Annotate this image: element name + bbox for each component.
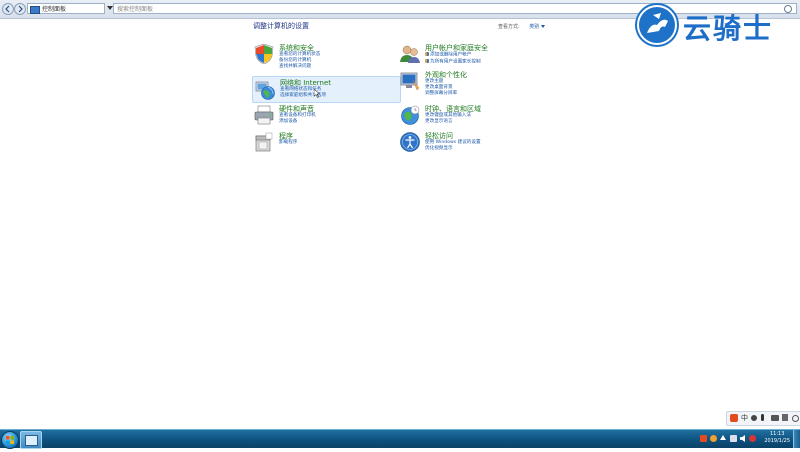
start-button[interactable] [1, 431, 19, 449]
mouse-cursor-icon [314, 89, 320, 98]
category-user-accounts: 用户帐户和家庭安全 添加或删除用户帐户 为所有用户设置家长控制 [399, 43, 529, 69]
watermark-text: 云骑士 [683, 12, 774, 45]
clock-time: 11:13 [769, 431, 785, 437]
show-desktop-button[interactable] [793, 430, 800, 448]
view-by-label: 查看方式: [498, 24, 520, 30]
settings-icon[interactable] [792, 415, 799, 422]
link-parental-controls[interactable]: 为所有用户设置家长控制 [425, 58, 481, 66]
windows-logo-icon [6, 436, 14, 444]
link-add-device[interactable]: 添加设备 [279, 119, 316, 125]
sogou-ime-icon[interactable] [730, 414, 738, 422]
category-ease-of-access: 轻松访问 使用 Windows 建议的设置 优化视频显示 [399, 131, 529, 155]
microphone-icon[interactable] [761, 414, 764, 421]
back-arrow-icon [5, 5, 10, 13]
clock-date: 2019/1/25 [764, 438, 790, 444]
system-clock[interactable]: 11:13 2019/1/25 [764, 431, 790, 445]
category-system-security: 系统和安全 查看您的计算机状态 备份您的计算机 查找并解决问题 [253, 43, 383, 73]
keyboard-icon[interactable] [771, 415, 779, 421]
shield-icon [254, 43, 274, 65]
uac-shield-icon [425, 52, 429, 56]
view-by-value[interactable]: 类别 [529, 24, 539, 30]
tray-sogou-icon[interactable] [700, 435, 707, 442]
forward-arrow-icon [18, 5, 23, 13]
punctuation-icon[interactable] [751, 415, 757, 421]
link-troubleshoot[interactable]: 查找并解决问题 [279, 64, 320, 70]
network-icon[interactable] [730, 435, 737, 442]
category-hardware-sound: 硬件和声音 查看设备和打印机 添加设备 [253, 104, 383, 128]
view-by-control[interactable]: 查看方式: 类别 [498, 23, 546, 30]
control-panel-icon [30, 6, 40, 14]
printer-icon [254, 105, 274, 125]
category-appearance: 外观和个性化 更改主题 更改桌面背景 调整屏幕分辨率 [399, 70, 529, 100]
forward-button[interactable] [14, 3, 26, 15]
link-display-language[interactable]: 更改显示语言 [425, 119, 471, 125]
tray-expand-icon[interactable] [720, 435, 726, 440]
tray-app-icon[interactable] [710, 435, 717, 442]
ime-language-bar: 中 [726, 411, 800, 426]
search-icon[interactable] [784, 5, 792, 13]
back-button[interactable] [2, 3, 14, 15]
volume-icon[interactable] [740, 435, 745, 442]
skin-icon[interactable] [782, 414, 788, 421]
taskbar-control-panel[interactable] [20, 431, 42, 449]
address-field[interactable]: 控制面板 [27, 3, 105, 14]
link-screen-resolution[interactable]: 调整屏幕分辨率 [425, 91, 457, 97]
tray-security-icon[interactable] [749, 435, 756, 442]
uac-shield-icon [425, 58, 429, 63]
network-globe-icon [255, 81, 275, 100]
category-network-internet: 网络和 Internet 查看网络状态和任务 选择家庭组和共享选项 [252, 76, 401, 103]
window-icon [25, 435, 38, 446]
link-optimize-display[interactable]: 优化视频显示 [425, 146, 481, 152]
category-programs: 程序 卸载程序 [253, 131, 383, 155]
category-clock-language-region: 时钟、语言和区域 更改键盘或其他输入法 更改显示语言 [399, 104, 529, 128]
page-title: 调整计算机的设置 [253, 22, 309, 30]
chinese-mode-icon[interactable]: 中 [741, 414, 749, 422]
ease-of-access-icon [400, 132, 420, 152]
address-path: 控制面板 [42, 6, 67, 13]
address-bar-strip: 控制面板 搜索控制面板 [0, 0, 800, 19]
link-uninstall[interactable]: 卸载程序 [279, 140, 297, 146]
appearance-icon [400, 72, 420, 91]
users-icon [400, 45, 420, 63]
chevron-down-icon[interactable] [541, 25, 546, 28]
search-placeholder: 搜索控制面板 [117, 6, 154, 13]
taskbar: 11:13 2019/1/25 [0, 429, 800, 449]
clock-globe-icon [401, 105, 420, 125]
watermark-logo-icon [635, 3, 679, 47]
programs-icon [255, 132, 273, 152]
